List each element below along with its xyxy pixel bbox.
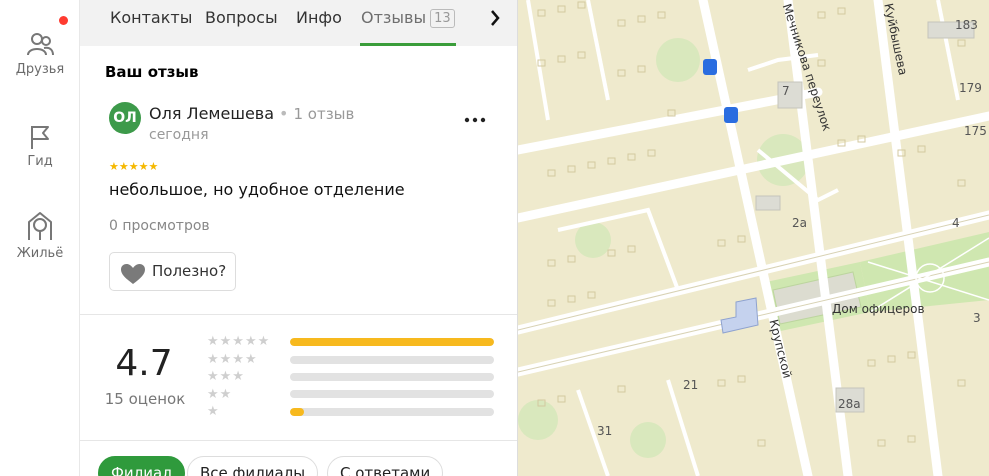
filter-branch[interactable]: Филиал <box>98 456 185 476</box>
rail-label-friends: Друзья <box>15 62 65 77</box>
house-number: 2a <box>792 216 807 230</box>
house-number: 31 <box>597 424 613 438</box>
rail-label-housing: Жильё <box>16 246 64 261</box>
rating-bar-5 <box>290 338 494 346</box>
section-title: Ваш отзыв <box>105 63 199 81</box>
average-rating: 4.7 <box>115 343 173 384</box>
tab-reviews[interactable]: Отзывы 13 <box>361 8 455 28</box>
heart-icon <box>121 264 145 284</box>
rating-bar-2 <box>290 390 494 398</box>
active-tab-indicator <box>360 43 456 46</box>
tab-info[interactable]: Инфо <box>296 8 342 27</box>
tab-bar: Контакты Вопросы Инфо Отзывы 13 <box>80 0 517 46</box>
author-review-count: 1 отзыв <box>293 105 355 123</box>
rail-item-housing[interactable]: Жильё <box>0 210 80 261</box>
house-number: 183 <box>955 18 978 32</box>
rating-bar-1 <box>290 408 494 416</box>
flag-icon <box>31 126 49 149</box>
house-number: 7 <box>782 84 790 98</box>
more-options-icon[interactable] <box>464 117 486 123</box>
divider <box>80 314 517 315</box>
helpful-button[interactable]: Полезно? <box>109 252 236 291</box>
place-label[interactable]: Дом офицеров <box>832 302 925 316</box>
rating-bar-3 <box>290 373 494 381</box>
separator: • <box>279 104 289 123</box>
review-views: 0 просмотров <box>109 218 210 234</box>
rail-item-friends[interactable]: Друзья <box>0 32 80 77</box>
stars-row-2: ★★ <box>207 387 233 402</box>
house-number: 28a <box>838 397 861 411</box>
rail-item-guide[interactable]: Гид <box>0 124 80 169</box>
map-canvas <box>518 0 989 476</box>
house-number: 179 <box>959 81 982 95</box>
filter-with-answers[interactable]: С ответами <box>327 456 444 476</box>
left-rail: Друзья Гид Жильё <box>0 0 80 476</box>
org-panel: Контакты Вопросы Инфо Отзывы 13 Ваш отзыв… <box>80 0 518 476</box>
review-text: небольшое, но удобное отделение <box>109 180 405 199</box>
notification-dot <box>59 16 68 25</box>
housing-icon <box>28 212 52 240</box>
chevron-right-icon[interactable] <box>484 6 508 30</box>
divider <box>80 440 517 441</box>
house-number: 4 <box>952 216 960 230</box>
friends-icon <box>27 33 54 56</box>
stars-row-4: ★★★★ <box>207 352 258 367</box>
reviews-count-badge: 13 <box>430 9 455 28</box>
rating-bar-fill-5 <box>290 338 494 346</box>
author-name[interactable]: Оля Лемешева <box>149 104 274 123</box>
stars-row-1: ★ <box>207 404 220 419</box>
helpful-label: Полезно? <box>152 262 227 280</box>
tab-contacts[interactable]: Контакты <box>110 8 192 27</box>
stars-row-3: ★★★ <box>207 369 245 384</box>
rating-count: 15 оценок <box>104 390 186 408</box>
rail-label-guide: Гид <box>27 154 53 169</box>
tab-reviews-label: Отзывы <box>361 8 427 27</box>
house-number: 21 <box>683 378 699 392</box>
map[interactable]: Мечникова переулок Куйбышева Крупской До… <box>518 0 989 476</box>
filter-all-branches[interactable]: Все филиалы <box>187 456 319 476</box>
rating-bar-fill-1 <box>290 408 305 416</box>
stars-row-5: ★★★★★ <box>207 334 271 349</box>
review-stars: ★★★★★ <box>109 160 159 173</box>
house-number: 3 <box>973 311 981 325</box>
house-number: 175 <box>964 124 987 138</box>
review-author-line: Оля Лемешева • 1 отзыв <box>149 104 354 123</box>
avatar[interactable]: ОЛ <box>109 102 141 134</box>
tab-questions[interactable]: Вопросы <box>205 8 278 27</box>
review-date: сегодня <box>149 127 209 143</box>
rating-bar-4 <box>290 356 494 364</box>
